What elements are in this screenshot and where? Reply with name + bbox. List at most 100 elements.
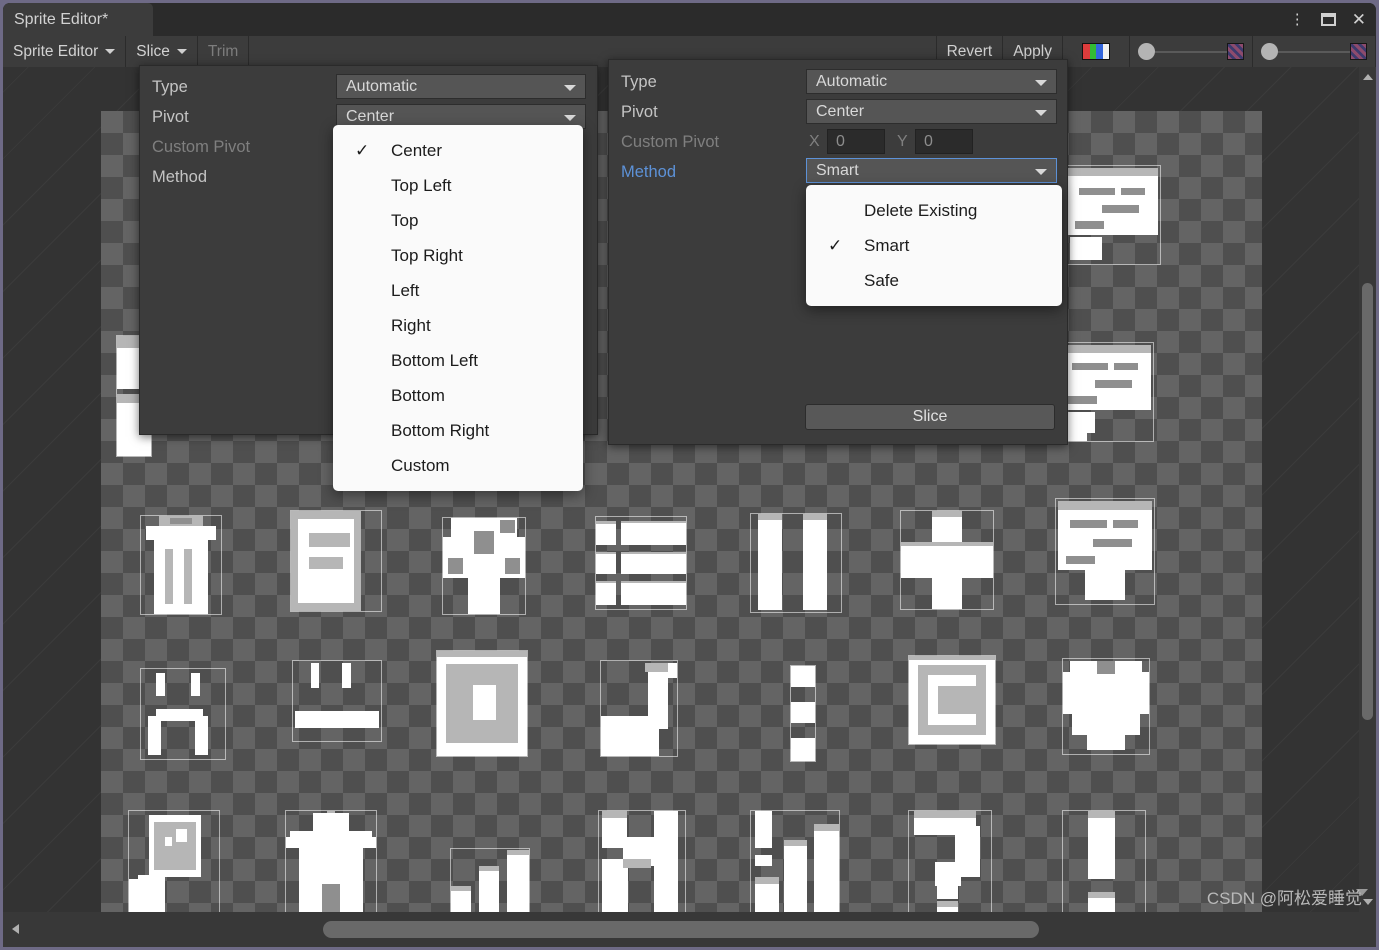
sprite-pixel-block — [803, 514, 827, 520]
sprite-sad-face[interactable] — [140, 668, 226, 760]
method-dropdown[interactable]: Smart — [806, 158, 1057, 183]
sprite-pixel-block — [309, 557, 344, 569]
pivot-option-bottom[interactable]: Bottom — [333, 378, 583, 413]
zoom-slider-track[interactable] — [1278, 50, 1350, 53]
sprite-scissors[interactable] — [598, 810, 686, 912]
sprite-document[interactable] — [290, 510, 382, 612]
vertical-scrollbar[interactable] — [1359, 67, 1376, 912]
custom-pivot-label: Custom Pivot — [621, 132, 720, 151]
sprite-pixel-block — [447, 558, 463, 574]
vertical-scroll-thumb[interactable] — [1362, 283, 1373, 720]
chevron-down-icon — [1035, 80, 1047, 86]
slice-dropdown[interactable]: Slice — [126, 36, 198, 67]
sprite-pixel-block — [621, 522, 686, 545]
sprite-bar-chart-alert[interactable] — [750, 810, 840, 912]
pivot-option-bottom-right[interactable]: Bottom Right — [333, 413, 583, 448]
pivot-dropdown-value: Center — [346, 108, 395, 125]
sprite-pixel-block — [1075, 220, 1104, 229]
trim-button[interactable]: Trim — [198, 36, 250, 67]
custom-pivot-y-input[interactable]: 0 — [915, 129, 973, 154]
scroll-up-arrow-icon[interactable] — [1363, 74, 1373, 80]
sprite-pixel-block — [784, 841, 808, 912]
close-icon[interactable]: ✕ — [1352, 11, 1366, 28]
sprite-plus[interactable] — [900, 510, 994, 610]
check-icon: ✓ — [828, 236, 843, 255]
sprite-pixel-block — [145, 525, 217, 540]
sprite-editor-dropdown[interactable]: Sprite Editor — [3, 36, 127, 67]
sprite-magnifier[interactable] — [128, 810, 220, 912]
custom-pivot-y-label: Y — [897, 133, 908, 150]
type-dropdown[interactable]: Automatic — [806, 69, 1057, 94]
scroll-down-arrow-icon[interactable] — [1363, 899, 1373, 905]
horizontal-scroll-thumb[interactable] — [323, 921, 1039, 938]
pivot-option-top[interactable]: Top — [333, 203, 583, 238]
pivot-option-top-right[interactable]: Top Right — [333, 238, 583, 273]
sprite-settings-gear[interactable] — [442, 517, 526, 615]
more-options-icon[interactable]: ⋮ — [1290, 12, 1305, 27]
sprite-pixel-block — [1066, 423, 1088, 441]
custom-pivot-x-input[interactable]: 0 — [827, 129, 885, 154]
type-dropdown[interactable]: Automatic — [336, 74, 586, 99]
sprite-exclamation[interactable] — [1062, 810, 1146, 912]
alpha-slider[interactable] — [1130, 36, 1253, 67]
sprite-pixel-block — [500, 519, 516, 534]
sprite-list[interactable] — [595, 516, 687, 610]
method-options-menu[interactable]: Delete Existing ✓ Smart Safe — [806, 185, 1062, 306]
sprite-question-mark[interactable] — [908, 810, 992, 912]
sprite-neutral-face[interactable] — [292, 660, 382, 742]
pivot-option-center[interactable]: ✓ Center — [333, 133, 583, 168]
sprite-editor-window: Sprite Editor* ⋮ ✕ Sprite Editor Slice T… — [0, 0, 1379, 950]
sprite-pixel-block — [1079, 187, 1115, 196]
pivot-option-bottom-left[interactable]: Bottom Left — [333, 343, 583, 378]
sprite-pixel-block — [654, 844, 679, 912]
sprite-speech-bubble-3[interactable] — [1055, 498, 1155, 605]
zoom-slider-knob[interactable] — [1261, 43, 1278, 60]
menu-item-label: Right — [391, 316, 431, 335]
horizontal-scrollbar[interactable] — [3, 889, 1376, 947]
sprite-pixel-block — [451, 887, 472, 912]
sprite-pixel-block — [754, 811, 773, 849]
sprite-heart[interactable] — [1062, 658, 1150, 755]
sprite-pause[interactable] — [750, 513, 842, 613]
pivot-dropdown-value: Center — [816, 103, 865, 120]
zoom-slider[interactable] — [1253, 36, 1376, 67]
pivot-dropdown[interactable]: Center — [806, 99, 1057, 124]
method-option-safe[interactable]: Safe — [806, 263, 1062, 298]
menu-item-label: Bottom Left — [391, 351, 478, 370]
pivot-option-left[interactable]: Left — [333, 273, 583, 308]
sprite-speech-bubble-1[interactable] — [1065, 165, 1161, 265]
sprite-pixel-block — [161, 712, 195, 722]
pivot-option-right[interactable]: Right — [333, 308, 583, 343]
sprite-image-play[interactable] — [436, 650, 528, 757]
pivot-option-custom[interactable]: Custom — [333, 448, 583, 483]
sprite-pixel-block — [507, 850, 529, 855]
alpha-slider-track[interactable] — [1155, 50, 1227, 53]
color-channel-toggle[interactable] — [1063, 36, 1130, 67]
sprite-bar-chart[interactable] — [450, 848, 530, 912]
pivot-option-top-left[interactable]: Top Left — [333, 168, 583, 203]
sprite-three-dots[interactable] — [790, 665, 816, 762]
menu-item-label: Top — [391, 211, 419, 230]
sprite-speech-bubble-2[interactable] — [1058, 342, 1154, 442]
sprite-music-note[interactable] — [600, 660, 678, 757]
sprite-pixel-block — [654, 811, 679, 849]
sprite-pixel-block — [165, 837, 173, 847]
sprite-c-square[interactable] — [908, 655, 996, 745]
sprite-trash-can[interactable] — [140, 515, 222, 615]
sprite-pixel-block — [803, 515, 827, 611]
menu-item-label: Top Left — [391, 176, 452, 195]
sprite-home[interactable] — [285, 810, 377, 912]
sprite-pixel-block — [1120, 187, 1145, 196]
slice-button[interactable]: Slice — [805, 404, 1055, 430]
maximize-icon[interactable] — [1320, 13, 1336, 26]
sprite-pixel-block — [901, 542, 993, 578]
method-option-delete-existing[interactable]: Delete Existing — [806, 193, 1062, 228]
pivot-options-menu[interactable]: ✓ Center Top Left Top Top Right Left Right Bott… — [333, 125, 583, 491]
alpha-slider-knob[interactable] — [1138, 43, 1155, 60]
method-option-smart[interactable]: ✓ Smart — [806, 228, 1062, 263]
sprite-pixel-block — [1094, 380, 1133, 389]
scroll-left-arrow-icon[interactable] — [12, 924, 19, 934]
sprite-pixel-block — [948, 685, 977, 695]
sprite-pixel-block — [1069, 236, 1102, 261]
window-tab-sprite-editor[interactable]: Sprite Editor* — [3, 3, 153, 36]
